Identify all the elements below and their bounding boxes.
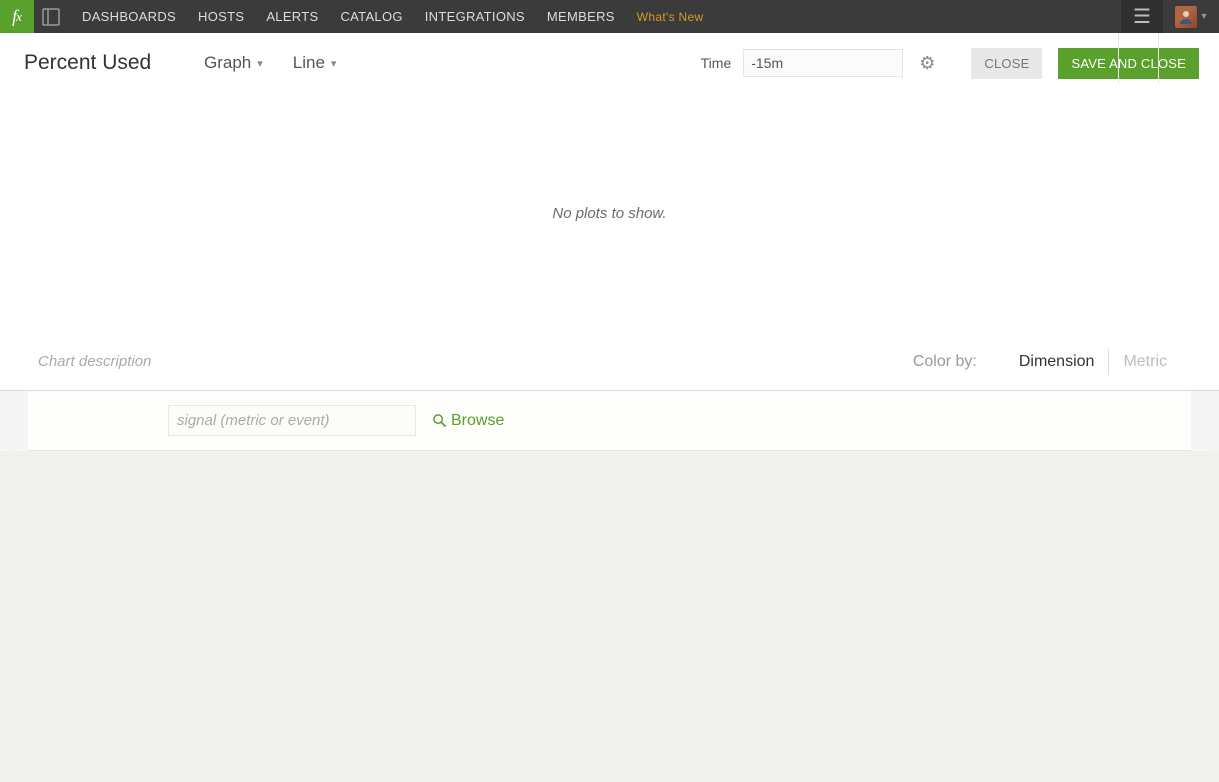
time-input[interactable] xyxy=(743,49,903,77)
avatar-icon xyxy=(1175,6,1197,28)
search-icon xyxy=(432,413,447,428)
viz-type-dropdown[interactable]: Graph ▾ xyxy=(204,53,263,73)
nav-integrations[interactable]: INTEGRATIONS xyxy=(425,9,525,24)
browse-label: Browse xyxy=(451,412,504,430)
colorby-label: Color by: xyxy=(913,353,977,371)
nav-members[interactable]: MEMBERS xyxy=(547,9,615,24)
plot-area: No plots to show. xyxy=(0,93,1219,333)
nav-dashboards[interactable]: DASHBOARDS xyxy=(82,9,176,24)
chart-title[interactable]: Percent Used xyxy=(24,51,204,75)
signal-row: Browse xyxy=(28,391,1191,451)
chart-description-input[interactable] xyxy=(38,353,913,370)
chart-type-label: Line xyxy=(293,53,325,73)
close-button[interactable]: CLOSE xyxy=(971,48,1042,79)
plot-empty-message: No plots to show. xyxy=(552,205,666,222)
description-row: Color by: Dimension Metric xyxy=(0,333,1219,391)
nav-whatsnew[interactable]: What's New xyxy=(637,10,704,24)
save-and-close-button[interactable]: SAVE AND CLOSE xyxy=(1058,48,1199,79)
chevron-down-icon: ▾ xyxy=(1201,11,1206,22)
chart-toolbar: Percent Used Graph ▾ Line ▾ Time ⚙ CLOSE… xyxy=(0,33,1219,93)
colorby-dimension[interactable]: Dimension xyxy=(1005,351,1109,373)
viz-type-label: Graph xyxy=(204,53,251,73)
colorby-metric[interactable]: Metric xyxy=(1109,351,1181,373)
empty-area xyxy=(0,451,1219,782)
gear-icon[interactable]: ⚙ xyxy=(919,53,935,74)
dashboard-icon[interactable] xyxy=(34,0,68,33)
signal-input[interactable] xyxy=(168,405,416,436)
menu-icon[interactable]: ☰ xyxy=(1121,0,1163,33)
nav-alerts[interactable]: ALERTS xyxy=(266,9,318,24)
user-menu[interactable]: ▾ xyxy=(1163,0,1219,33)
chevron-down-icon: ▾ xyxy=(331,57,337,70)
logo-fx[interactable]: fx xyxy=(0,0,34,33)
chevron-down-icon: ▾ xyxy=(257,57,263,70)
colorby-toggle: Dimension Metric xyxy=(1005,349,1181,375)
nav-hosts[interactable]: HOSTS xyxy=(198,9,244,24)
chart-type-dropdown[interactable]: Line ▾ xyxy=(293,53,337,73)
nav-catalog[interactable]: CATALOG xyxy=(340,9,402,24)
time-label: Time xyxy=(701,55,732,71)
browse-link[interactable]: Browse xyxy=(432,412,504,430)
top-nav: fx DASHBOARDS HOSTS ALERTS CATALOG INTEG… xyxy=(0,0,1219,33)
